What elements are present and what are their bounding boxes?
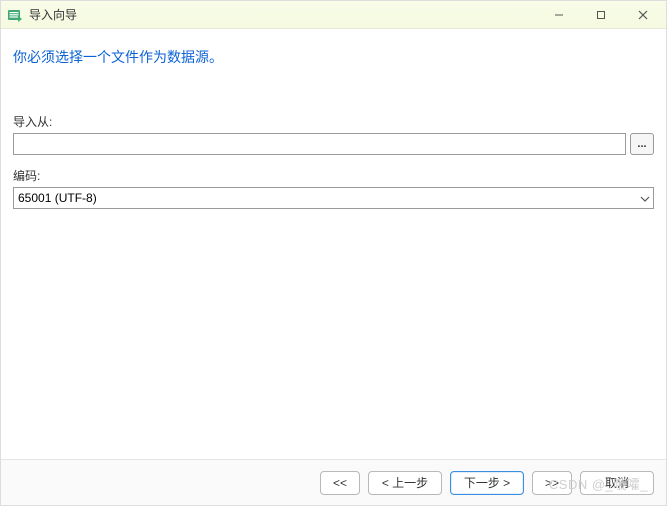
browse-button[interactable]: ... <box>630 133 654 155</box>
titlebar: 导入向导 <box>1 1 666 29</box>
window-title: 导入向导 <box>29 6 538 23</box>
instruction-text: 你必须选择一个文件作为数据源。 <box>13 47 654 67</box>
footer-bar: << < 上一步 下一步 > >> 取消 <box>1 459 666 505</box>
import-from-row: ... <box>13 133 654 155</box>
encoding-select[interactable]: 65001 (UTF-8) <box>13 187 654 209</box>
prev-button[interactable]: < 上一步 <box>368 471 442 495</box>
cancel-button[interactable]: 取消 <box>580 471 654 495</box>
encoding-select-wrap: 65001 (UTF-8) <box>13 187 654 209</box>
content-area: 你必须选择一个文件作为数据源。 导入从: ... 编码: 65001 (UTF-… <box>1 29 666 209</box>
last-button[interactable]: >> <box>532 471 572 495</box>
encoding-value: 65001 (UTF-8) <box>18 191 97 205</box>
app-icon <box>7 7 23 23</box>
maximize-button[interactable] <box>580 1 622 28</box>
first-button[interactable]: << <box>320 471 360 495</box>
window-controls <box>538 1 664 28</box>
import-from-input[interactable] <box>13 133 626 155</box>
import-from-label: 导入从: <box>13 113 654 130</box>
encoding-label: 编码: <box>13 167 654 184</box>
close-button[interactable] <box>622 1 664 28</box>
next-button[interactable]: 下一步 > <box>450 471 524 495</box>
minimize-button[interactable] <box>538 1 580 28</box>
